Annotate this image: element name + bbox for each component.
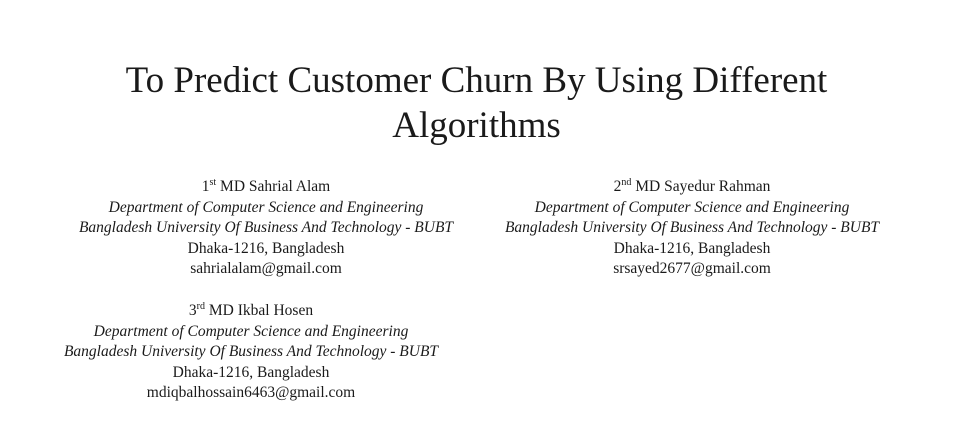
author-2-name-line: 2nd MD Sayedur Rahman: [478, 177, 906, 198]
author-3-department: Department of Computer Science and Engin…: [93, 322, 409, 340]
author-2-email: srsayed2677@gmail.com: [613, 260, 771, 277]
author-2-department: Department of Computer Science and Engin…: [534, 198, 850, 216]
author-1-name-line: 1st MD Sahrial Alam: [52, 177, 480, 198]
author-3-university: Bangladesh University Of Business And Te…: [63, 343, 439, 360]
author-1-university: Bangladesh University Of Business And Te…: [78, 219, 454, 236]
author-2-ordinal-suffix: nd: [621, 177, 632, 188]
author-1-email: sahrialalam@gmail.com: [190, 260, 342, 277]
author-2-university: Bangladesh University Of Business And Te…: [504, 219, 880, 236]
paper-title: To Predict Customer Churn By Using Diffe…: [0, 58, 953, 148]
author-3-name: MD Ikbal Hosen: [208, 302, 314, 319]
paper-title-line-1: To Predict Customer Churn By Using Diffe…: [125, 60, 828, 101]
author-1-department: Department of Computer Science and Engin…: [108, 198, 424, 216]
author-1-location: Dhaka-1216, Bangladesh: [187, 239, 345, 257]
author-3-ordinal-suffix: rd: [196, 301, 206, 312]
author-3-location: Dhaka-1216, Bangladesh: [172, 363, 330, 381]
author-2-name: MD Sayedur Rahman: [635, 178, 771, 195]
author-3-ordinal: 3: [188, 302, 197, 319]
author-1-name: MD Sahrial Alam: [220, 178, 331, 195]
author-block-2: 2nd MD Sayedur Rahman Department of Comp…: [478, 177, 906, 280]
paper-page: To Predict Customer Churn By Using Diffe…: [0, 0, 953, 423]
author-block-3: 3rd MD Ikbal Hosen Department of Compute…: [37, 301, 465, 404]
author-1-ordinal-suffix: st: [209, 177, 217, 188]
author-3-name-line: 3rd MD Ikbal Hosen: [37, 301, 465, 322]
author-block-1: 1st MD Sahrial Alam Department of Comput…: [52, 177, 480, 280]
paper-title-line-2: Algorithms: [392, 105, 561, 146]
author-3-email: mdiqbalhossain6463@gmail.com: [146, 384, 356, 401]
author-2-location: Dhaka-1216, Bangladesh: [613, 239, 771, 257]
